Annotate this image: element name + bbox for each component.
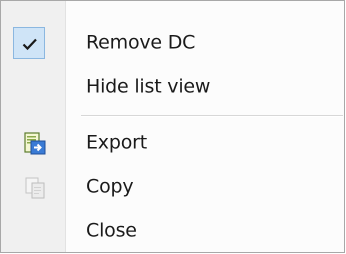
menu-item-remove-dc[interactable]: Remove DC [3, 21, 343, 65]
menu-item-label: Export [86, 131, 147, 154]
menu-item-hide-list-view[interactable]: Hide list view [3, 65, 343, 109]
menu-item-label: Close [86, 219, 137, 242]
menu-separator-highlight [81, 116, 343, 117]
checked-indicator [13, 27, 45, 59]
copy-icon [25, 177, 45, 199]
menu-item-copy[interactable]: Copy [3, 165, 343, 209]
checkmark-icon [22, 38, 37, 51]
menu-item-label: Hide list view [86, 75, 211, 98]
menu-item-label: Copy [86, 175, 134, 198]
context-menu: Remove DC Hide list view Export Copy Clo [0, 0, 345, 253]
menu-item-label: Remove DC [86, 31, 196, 54]
menu-item-close[interactable]: Close [3, 209, 343, 253]
menu-item-export[interactable]: Export [3, 121, 343, 165]
export-icon [24, 132, 46, 155]
